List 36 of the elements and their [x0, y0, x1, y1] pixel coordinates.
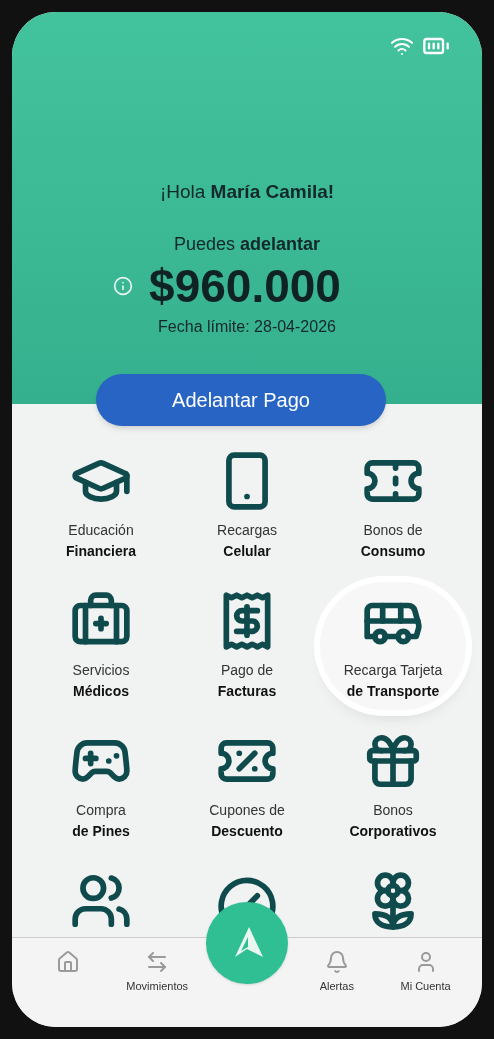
service-label: Financiera [66, 542, 136, 561]
service-tile[interactable]: Pago de Facturas [174, 582, 320, 710]
bell-icon [324, 950, 349, 974]
service-label: Consumo [360, 542, 426, 561]
service-tile[interactable]: Cupones de Descuento [174, 722, 320, 850]
service-label: Facturas [217, 682, 277, 701]
service-tile[interactable]: Recargas Celular [174, 442, 320, 570]
service-label: Educación [68, 521, 134, 540]
advance-label: Puedes adelantar [173, 232, 321, 256]
nav-tab[interactable]: Movimientos [117, 938, 198, 995]
service-tile[interactable]: Bonos Corporativos [320, 722, 466, 850]
service-label: Servicios [72, 661, 130, 680]
deadline-text: Fecha límite: 28-04-2026 [158, 317, 336, 337]
advance-payment-button[interactable]: Adelantar Pago [96, 374, 386, 426]
service-label: Celular [223, 542, 271, 561]
nav-tab[interactable]: Mi Cuenta [385, 938, 466, 995]
service-tile[interactable]: Compra de Pines [28, 722, 174, 850]
service-label: Descuento [211, 822, 283, 841]
greeting-text: ¡Hola María Camila! [159, 180, 335, 204]
service-label: Compra [76, 801, 126, 820]
service-label: Bonos [373, 801, 413, 820]
home-icon [56, 950, 81, 974]
service-label: Recarga Tarjeta [343, 661, 443, 680]
amount-text: $960.000 [149, 258, 341, 314]
nav-tab[interactable]: Alertas [296, 938, 377, 995]
service-label: Corporativos [349, 822, 437, 841]
service-tile[interactable]: Educación Financiera [28, 442, 174, 570]
service-tile[interactable]: Servicios Médicos [28, 582, 174, 710]
service-label: Pago de [220, 661, 274, 680]
service-tile[interactable]: Bonos de Consumo [320, 442, 466, 570]
service-label: Médicos [73, 682, 129, 701]
service-label: Cupones de [209, 801, 285, 820]
service-label: de Pines [72, 822, 130, 841]
service-label: Bonos de [363, 521, 423, 540]
service-label: de Transporte [346, 682, 440, 701]
service-label: Recargas [217, 521, 277, 540]
